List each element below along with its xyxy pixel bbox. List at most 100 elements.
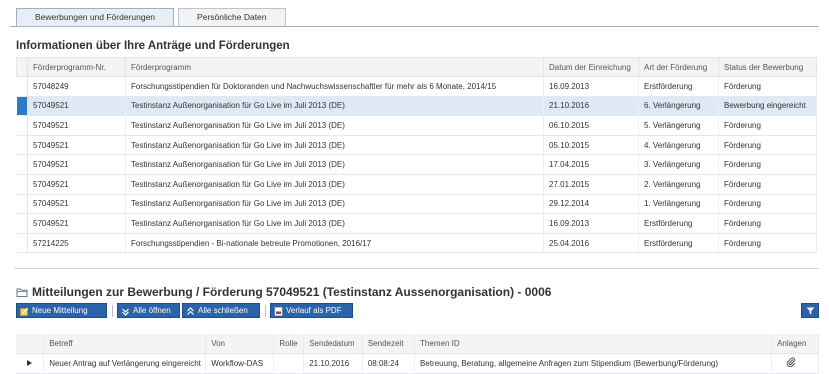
expand-row-toggle[interactable]: [16, 353, 45, 374]
submission-date: 27.01.2015: [543, 174, 639, 195]
expander-header: [16, 334, 45, 354]
application-status: Förderung: [718, 194, 817, 215]
tab-divider: [10, 26, 819, 27]
program-name: Testinstanz Außenorganisation für Go Liv…: [125, 154, 544, 175]
program-name: Testinstanz Außenorganisation für Go Liv…: [125, 96, 544, 117]
column-header[interactable]: Status der Bewerbung: [718, 57, 817, 77]
submission-date: 06.10.2015: [543, 115, 639, 136]
program-number: 57214225: [27, 233, 126, 254]
funding-type: 3. Verlängerung: [638, 154, 719, 175]
applications-header-row: Förderprogramm-Nr. Förderprogramm Datum …: [16, 57, 817, 77]
program-number: 57049521: [27, 174, 126, 195]
application-status: Förderung: [718, 154, 817, 175]
application-status: Förderung: [718, 76, 817, 97]
program-number: 57049521: [27, 213, 126, 234]
column-header[interactable]: Themen ID: [414, 334, 773, 354]
program-number: 57049521: [27, 96, 126, 117]
table-row[interactable]: 57049521 Testinstanz Außenorganisation f…: [16, 154, 817, 175]
column-header[interactable]: Art der Förderung: [638, 57, 719, 77]
tab-bewerbungen[interactable]: Bewerbungen und Förderungen: [16, 8, 175, 26]
toolbar-separator: [265, 305, 266, 317]
table-row[interactable]: 57049521 Testinstanz Außenorganisation f…: [16, 115, 817, 136]
table-row[interactable]: 57049521 Testinstanz Außenorganisation f…: [16, 174, 817, 195]
program-name: Testinstanz Außenorganisation für Go Liv…: [125, 174, 544, 195]
application-status: Förderung: [718, 135, 817, 156]
tab-persoenliche-daten[interactable]: Persönliche Daten: [178, 8, 286, 26]
column-header[interactable]: Datum der Einreichung: [543, 57, 639, 77]
row-selector-header: [16, 57, 28, 77]
application-status: Förderung: [718, 213, 817, 234]
messages-table: Betreff Von Rolle Sendedatum Sendezeit T…: [16, 334, 819, 374]
submission-date: 17.04.2015: [543, 154, 639, 175]
funding-type: 6. Verlängerung: [638, 96, 719, 117]
close-all-button[interactable]: Alle schließen: [182, 303, 260, 318]
column-header[interactable]: Von: [205, 334, 275, 354]
row-selector[interactable]: [16, 233, 28, 254]
messages-toolbar: Neue Mitteilung Alle öffnen Alle schließ…: [16, 303, 819, 319]
funding-type: 4. Verlängerung: [638, 135, 719, 156]
program-name: Forschungsstipendien - Bi-nationale betr…: [125, 233, 544, 254]
paperclip-icon[interactable]: [786, 357, 796, 369]
funding-type: Erstförderung: [638, 76, 719, 97]
table-row[interactable]: 57049521 Testinstanz Außenorganisation f…: [16, 213, 817, 234]
funding-type: 2. Verlängerung: [638, 174, 719, 195]
messages-title-bar: Mitteilungen zur Bewerbung / Förderung 5…: [16, 285, 551, 299]
table-row-selected[interactable]: 57049521 Testinstanz Außenorganisation f…: [16, 96, 817, 117]
column-header[interactable]: Betreff: [43, 334, 207, 354]
row-selector[interactable]: [16, 194, 28, 215]
applications-title: Informationen über Ihre Anträge und Förd…: [16, 40, 290, 52]
message-send-time: 08:08:24: [362, 353, 416, 374]
message-role: [273, 353, 305, 374]
export-pdf-label: Verlauf als PDF: [286, 306, 342, 315]
message-attachments[interactable]: [771, 353, 819, 374]
funding-type: Erstförderung: [638, 233, 719, 254]
submission-date: 25.04.2016: [543, 233, 639, 254]
program-name: Testinstanz Außenorganisation für Go Liv…: [125, 115, 544, 136]
section-divider: [14, 268, 819, 269]
table-row[interactable]: 57049521 Testinstanz Außenorganisation f…: [16, 194, 817, 215]
submission-date: 21.10.2016: [543, 96, 639, 117]
application-status: Förderung: [718, 115, 817, 136]
row-selector[interactable]: [16, 174, 28, 195]
column-header[interactable]: Rolle: [273, 334, 305, 354]
tab-bar: Bewerbungen und Förderungen Persönliche …: [16, 8, 286, 26]
row-selector[interactable]: [16, 213, 28, 234]
table-row[interactable]: 57048249 Forschungsstipendien für Doktor…: [16, 76, 817, 97]
column-header[interactable]: Anlagen: [771, 334, 819, 354]
export-pdf-button[interactable]: Verlauf als PDF: [270, 303, 353, 318]
row-selector[interactable]: [16, 76, 28, 97]
toolbar-separator: [112, 305, 113, 317]
column-header[interactable]: Sendezeit: [362, 334, 416, 354]
filter-button[interactable]: [801, 303, 819, 318]
program-name: Testinstanz Außenorganisation für Go Liv…: [125, 194, 544, 215]
open-all-button[interactable]: Alle öffnen: [117, 303, 180, 318]
message-row[interactable]: Neuer Antrag auf Verlängerung eingereich…: [16, 353, 819, 374]
applications-table: Förderprogramm-Nr. Förderprogramm Datum …: [16, 57, 817, 254]
program-name: Forschungsstipendien für Doktoranden und…: [125, 76, 544, 97]
row-selector[interactable]: [16, 135, 28, 156]
message-topic: Betreuung, Beratung, allgemeine Anfragen…: [414, 353, 773, 374]
table-row[interactable]: 57214225 Forschungsstipendien - Bi-natio…: [16, 233, 817, 254]
caret-right-icon: [27, 359, 32, 368]
row-selector[interactable]: [16, 154, 28, 175]
message-subject: Neuer Antrag auf Verlängerung eingereich…: [43, 353, 207, 374]
funding-type: 5. Verlängerung: [638, 115, 719, 136]
column-header[interactable]: Förderprogramm-Nr.: [27, 57, 126, 77]
new-message-button[interactable]: Neue Mitteilung: [16, 303, 107, 318]
column-header[interactable]: Sendedatum: [303, 334, 363, 354]
open-all-label: Alle öffnen: [133, 306, 171, 315]
application-status: Bewerbung eingereicht: [718, 96, 817, 117]
messages-title: Mitteilungen zur Bewerbung / Förderung 5…: [32, 285, 552, 299]
row-selector[interactable]: [16, 96, 28, 117]
funding-type: 1. Verlängerung: [638, 194, 719, 215]
program-number: 57048249: [27, 76, 126, 97]
program-number: 57049521: [27, 115, 126, 136]
submission-date: 16.09.2013: [543, 76, 639, 97]
row-selector[interactable]: [16, 115, 28, 136]
message-sender: Workflow-DAS: [205, 353, 275, 374]
submission-date: 05.10.2015: [543, 135, 639, 156]
expand-all-icon: [121, 306, 130, 316]
table-row[interactable]: 57049521 Testinstanz Außenorganisation f…: [16, 135, 817, 156]
messages-header-row: Betreff Von Rolle Sendedatum Sendezeit T…: [16, 334, 819, 354]
column-header[interactable]: Förderprogramm: [125, 57, 544, 77]
